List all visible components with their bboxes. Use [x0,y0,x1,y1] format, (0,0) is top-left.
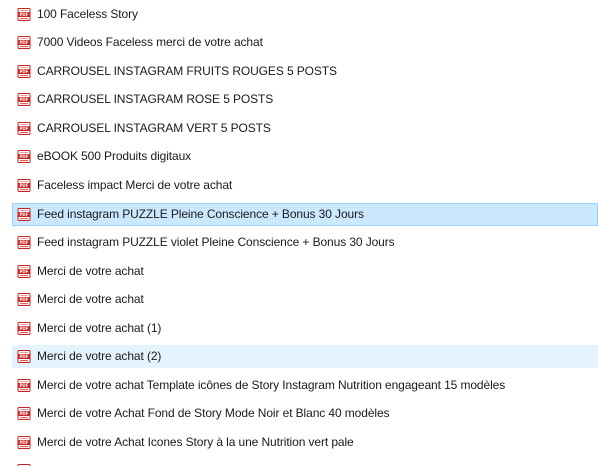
svg-text:PDF: PDF [20,12,29,17]
pdf-file-icon: PDF [17,293,31,306]
svg-text:PDF: PDF [20,97,29,102]
file-row[interactable]: PDF Merci de votre achat (1) [12,317,598,340]
file-row[interactable]: PDF CARROUSEL INSTAGRAM VERT 5 POSTS [12,117,598,140]
svg-text:PDF: PDF [20,183,29,188]
file-name: Feed instagram PUZZLE Pleine Conscience … [37,207,364,221]
file-row[interactable]: PDF eBOOK 500 Produits digitaux [12,145,598,168]
file-row-selected[interactable]: PDF Feed instagram PUZZLE Pleine Conscie… [12,203,598,226]
svg-text:PDF: PDF [20,240,29,245]
file-name: CARROUSEL INSTAGRAM VERT 5 POSTS [37,121,271,135]
file-row-hover[interactable]: PDF Merci de votre achat (2) [12,345,598,368]
file-name: Feed instagram PUZZLE violet Pleine Cons… [37,235,395,249]
file-name: Merci de votre achat Template icônes de … [37,378,506,392]
file-row[interactable]: PDF 7000 Videos Faceless merci de votre … [12,31,598,54]
svg-text:PDF: PDF [20,69,29,74]
svg-text:PDF: PDF [20,269,29,274]
file-name: Merci de votre Achat Icones Story à la u… [37,435,354,449]
file-name: Merci de votre achat [37,292,144,306]
pdf-file-icon: PDF [17,436,31,449]
pdf-file-icon: PDF [17,93,31,106]
svg-text:PDF: PDF [20,383,29,388]
pdf-file-icon: PDF [17,208,31,221]
pdf-file-icon: PDF [17,322,31,335]
file-name: Merci de votre achat (1) [37,321,162,335]
file-row[interactable]: PDF Merci de votre achat [12,260,598,283]
svg-text:PDF: PDF [20,40,29,45]
file-name: Merci de votre Achat Fond de Story Mode … [37,406,390,420]
file-row[interactable]: PDF 100 Faceless Story [12,3,598,26]
file-name: 100 Faceless Story [37,7,138,21]
file-row[interactable]: PDF Merci de votre achat [12,288,598,311]
file-name: Faceless impact Merci de votre achat [37,178,233,192]
file-row-partial[interactable]: PDF [12,459,598,466]
file-row[interactable]: PDF Merci de votre achat Template icônes… [12,374,598,397]
svg-text:PDF: PDF [20,126,29,131]
svg-text:PDF: PDF [20,212,29,217]
file-row[interactable]: PDF Faceless impact Merci de votre achat [12,174,598,197]
file-row[interactable]: PDF Merci de votre Achat Fond de Story M… [12,402,598,425]
file-name: CARROUSEL INSTAGRAM FRUITS ROUGES 5 POST… [37,64,337,78]
pdf-file-icon: PDF [17,8,31,21]
pdf-file-icon: PDF [17,36,31,49]
svg-text:PDF: PDF [20,297,29,302]
file-list: PDF 100 Faceless Story PDF 7000 Videos F… [0,0,598,466]
svg-text:PDF: PDF [20,154,29,159]
pdf-file-icon: PDF [17,236,31,249]
pdf-file-icon: PDF [17,122,31,135]
pdf-file-icon: PDF [17,65,31,78]
svg-text:PDF: PDF [20,354,29,359]
pdf-file-icon: PDF [17,407,31,420]
pdf-file-icon: PDF [17,350,31,363]
file-name: Merci de votre achat (2) [37,349,162,363]
file-row[interactable]: PDF Merci de votre Achat Icones Story à … [12,431,598,454]
file-name: eBOOK 500 Produits digitaux [37,149,192,163]
pdf-file-icon: PDF [17,265,31,278]
svg-text:PDF: PDF [20,411,29,416]
svg-text:PDF: PDF [20,440,29,445]
file-row[interactable]: PDF CARROUSEL INSTAGRAM FRUITS ROUGES 5 … [12,60,598,83]
file-row[interactable]: PDF Feed instagram PUZZLE violet Pleine … [12,231,598,254]
file-name: CARROUSEL INSTAGRAM ROSE 5 POSTS [37,92,274,106]
file-name: 7000 Videos Faceless merci de votre acha… [37,35,263,49]
pdf-file-icon: PDF [17,379,31,392]
file-name: Merci de votre achat [37,264,144,278]
file-row[interactable]: PDF CARROUSEL INSTAGRAM ROSE 5 POSTS [12,88,598,111]
pdf-file-icon: PDF [17,150,31,163]
svg-text:PDF: PDF [20,326,29,331]
pdf-file-icon: PDF [17,179,31,192]
